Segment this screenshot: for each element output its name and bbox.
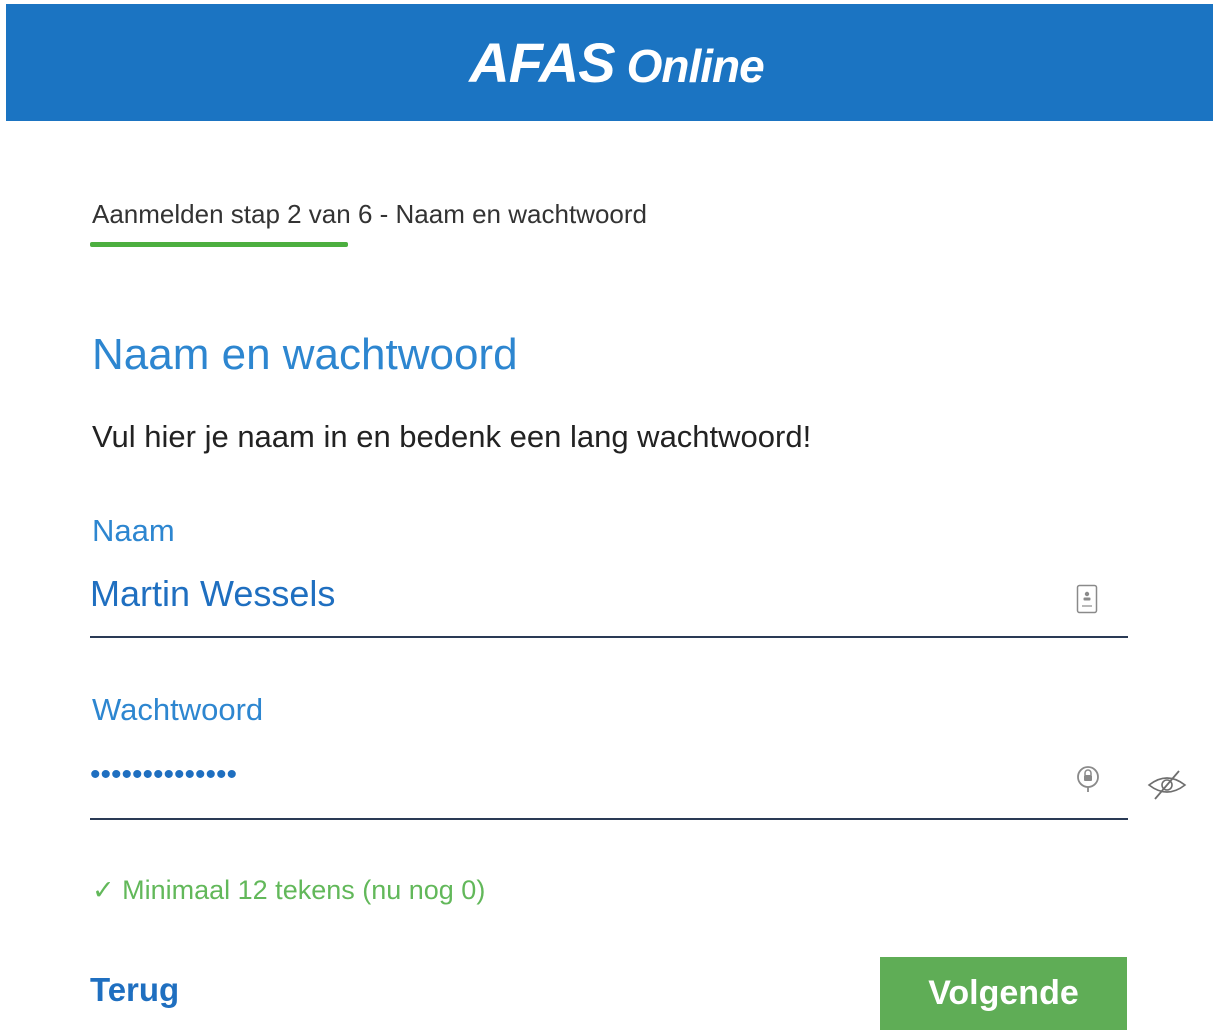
name-field-label: Naam — [92, 513, 175, 548]
logo-suffix: Online — [626, 40, 765, 92]
next-button[interactable]: Volgende — [880, 957, 1127, 1030]
logo-brand: AFAS — [469, 31, 615, 94]
step-progress-bar — [90, 242, 348, 247]
afas-online-logo: AFAS Online — [469, 30, 765, 95]
page-title: Naam en wachtwoord — [92, 330, 518, 379]
keychain-icon[interactable] — [1074, 764, 1102, 794]
signup-page: AFAS Online Aanmelden stap 2 van 6 - Naam… — [0, 0, 1213, 1030]
step-indicator: Aanmelden stap 2 van 6 - Naam en wachtwo… — [92, 199, 647, 229]
password-field-label: Wachtwoord — [92, 692, 264, 727]
password-length-hint: ✓ Minimaal 12 tekens (nu nog 0) — [92, 875, 486, 905]
password-field-underline — [90, 818, 1128, 820]
password-input[interactable]: •••••••••••••• — [90, 758, 237, 792]
header-bar: AFAS Online — [6, 4, 1213, 121]
page-subtitle: Vul hier je naam in en bedenk een lang w… — [92, 419, 812, 454]
eye-slash-icon[interactable] — [1145, 767, 1189, 803]
contact-card-icon[interactable] — [1076, 584, 1098, 614]
back-link[interactable]: Terug — [90, 971, 179, 1009]
name-input[interactable]: Martin Wessels — [90, 573, 335, 615]
name-field-underline — [90, 636, 1128, 638]
